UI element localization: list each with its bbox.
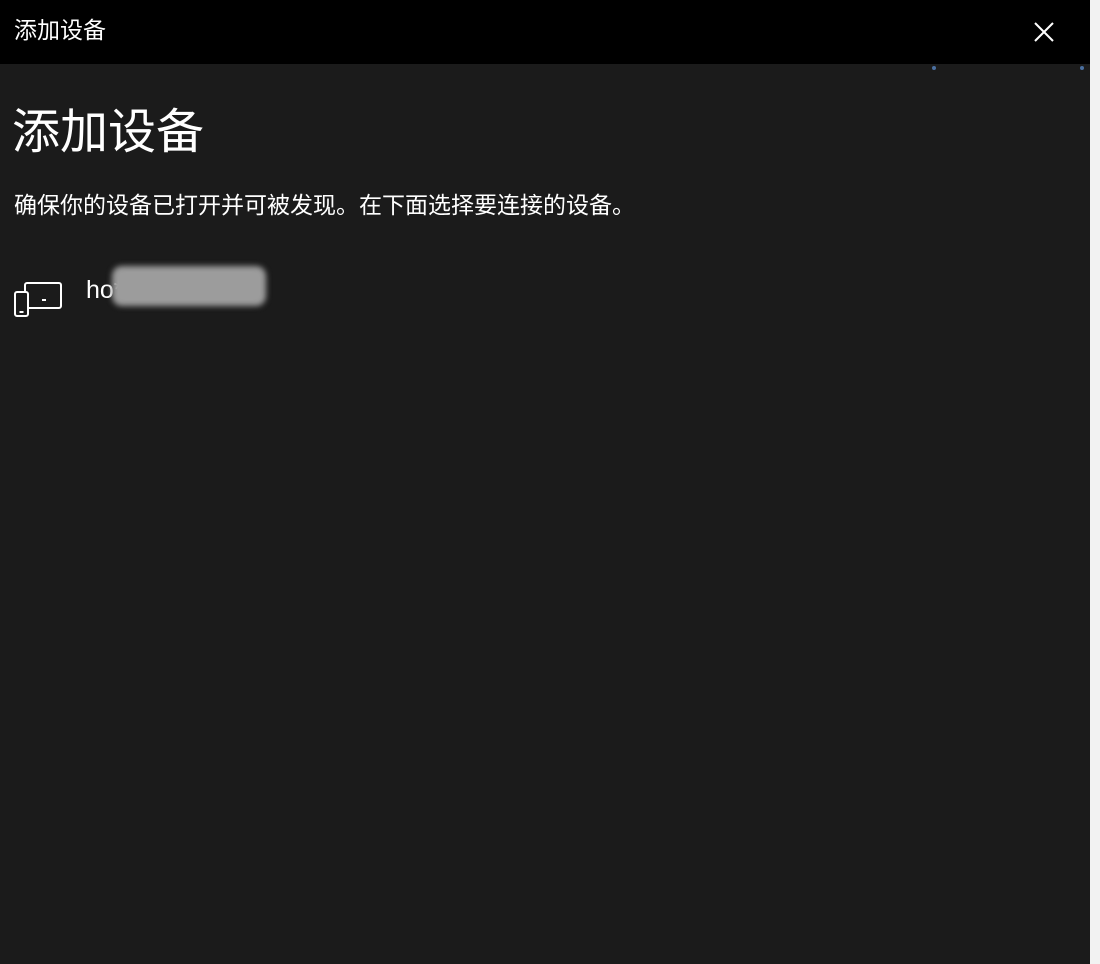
window-title: 添加设备 [14, 18, 106, 44]
close-icon [1034, 22, 1054, 42]
close-button[interactable] [1018, 8, 1070, 56]
title-bar: 添加设备 [0, 0, 1090, 64]
device-icon [12, 280, 64, 320]
page-title: 添加设备 [12, 104, 205, 160]
window-edge [1090, 0, 1100, 964]
redaction-mask [112, 266, 266, 306]
decorative-dot [932, 66, 936, 70]
add-device-window: 添加设备 添加设备 确保你的设备已打开并可被发现。在下面选择要连接的设备。 ho… [0, 0, 1090, 964]
decorative-dot [1080, 66, 1084, 70]
instruction-text: 确保你的设备已打开并可被发现。在下面选择要连接的设备。 [14, 193, 635, 219]
